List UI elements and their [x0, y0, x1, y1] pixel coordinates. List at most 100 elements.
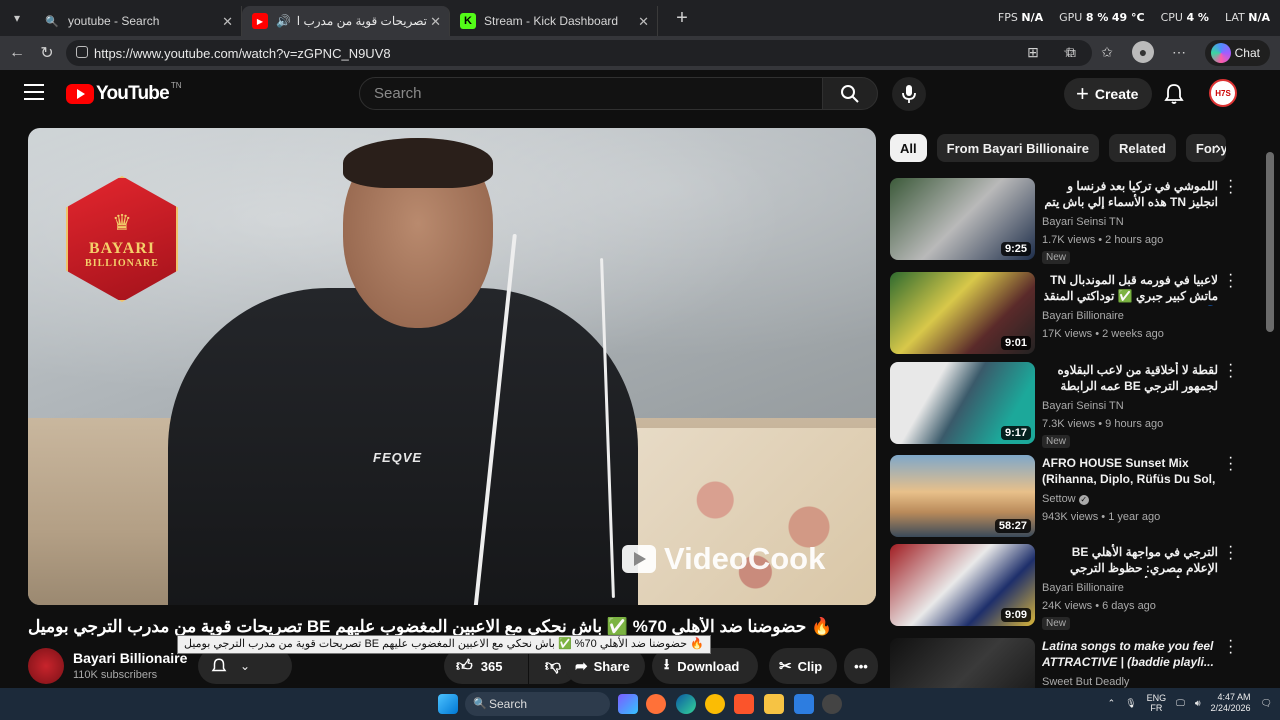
- list-item[interactable]: 9:17 لقطة لا أخلاقية من لاعب البقلاوه لج…: [890, 357, 1240, 448]
- chrome-icon[interactable]: [705, 694, 725, 714]
- app-install-icon[interactable]: ⊞: [1022, 41, 1044, 63]
- more-actions-button[interactable]: •••: [844, 648, 878, 684]
- lock-icon: [76, 46, 88, 58]
- search-button[interactable]: [822, 77, 878, 110]
- more-vertical-icon[interactable]: · · ·: [1228, 357, 1236, 385]
- browser-tab-bar: ▾ 🔍 youtube - Search ✕ ▶ 🔊 تصريحات قوية …: [0, 0, 1280, 36]
- tab-list-chevron-icon[interactable]: ▾: [0, 0, 34, 36]
- obs-icon[interactable]: [822, 694, 842, 714]
- video-player[interactable]: FEQVE ♛ BAYARI BILLIONARE VideoCook: [28, 128, 876, 605]
- language-indicator[interactable]: ENG FR: [1147, 693, 1167, 713]
- microphone-icon: [902, 85, 916, 103]
- channel-avatar[interactable]: [28, 648, 64, 684]
- title-tooltip: 🔥 حضوضنا ضد الأهلي 70% ✅ باش نحكي مع الا…: [177, 635, 711, 654]
- more-vertical-icon[interactable]: · · ·: [1228, 267, 1236, 295]
- youtube-icon: ▶: [252, 13, 268, 29]
- close-icon[interactable]: ✕: [638, 14, 649, 30]
- more-vertical-icon[interactable]: · · ·: [1228, 173, 1236, 201]
- more-options-icon[interactable]: ⋯: [1168, 41, 1190, 63]
- app-icon[interactable]: [794, 694, 814, 714]
- youtube-logo[interactable]: YouTube TN: [66, 81, 182, 105]
- page-scrollbar[interactable]: [1266, 152, 1274, 332]
- url-text: https://www.youtube.com/watch?v=zGPNC_N9…: [94, 45, 391, 61]
- list-item[interactable]: 9:01 لاعبيا في فورمه قبل الموندبال TN ما…: [890, 267, 1240, 356]
- list-item[interactable]: 58:27 AFRO HOUSE Sunset Mix (Rihanna, Di…: [890, 450, 1240, 539]
- share-icon: ➦: [575, 658, 588, 675]
- plus-icon: +: [1076, 81, 1089, 106]
- chevron-up-icon[interactable]: ⌃: [1108, 698, 1116, 709]
- crown-icon: ♛: [112, 209, 132, 235]
- windows-taskbar: 🔍 Search ⌃ 🎙︎ ENG FR 🖵 🔊︎ 4:47 AM 2/24/202…: [0, 688, 1280, 720]
- recommendations-sidebar: All From Bayari Billionaire Related For …: [890, 128, 1260, 688]
- copilot-app-icon[interactable]: [618, 694, 638, 714]
- extensions-icon[interactable]: ⧉: [1060, 41, 1082, 63]
- menu-icon[interactable]: [24, 84, 44, 102]
- close-icon[interactable]: ✕: [430, 14, 441, 30]
- firefox-icon[interactable]: [646, 694, 666, 714]
- edge-icon[interactable]: [676, 694, 696, 714]
- notifications-icon[interactable]: 🗨︎: [1261, 698, 1272, 709]
- url-field[interactable]: https://www.youtube.com/watch?v=zGPNC_N9…: [66, 40, 1092, 66]
- speaker-icon[interactable]: 🔊: [276, 14, 291, 28]
- file-explorer-icon[interactable]: [764, 694, 784, 714]
- videocook-watermark: VideoCook: [622, 541, 825, 577]
- new-tab-icon[interactable]: +: [668, 4, 696, 32]
- thumbs-down-icon: 👎︎: [544, 657, 562, 675]
- brave-icon[interactable]: [734, 694, 754, 714]
- tab-kick-dashboard[interactable]: K Stream - Kick Dashboard ✕: [450, 6, 658, 36]
- video-thumbnail[interactable]: 9:09: [890, 544, 1035, 626]
- search-icon: [841, 84, 859, 103]
- windows-start-icon[interactable]: [438, 694, 458, 714]
- back-arrow-icon[interactable]: ←: [2, 38, 32, 68]
- list-item[interactable]: 9:25 اللموشي في تركيا بعد فرنسا و انجليز…: [890, 173, 1240, 264]
- chip-related[interactable]: Related: [1108, 134, 1176, 162]
- channel-name[interactable]: Bayari Billionaire: [73, 650, 187, 666]
- video-thumbnail[interactable]: 9:17: [890, 362, 1035, 444]
- clock[interactable]: 4:47 AM 2/24/2026: [1211, 692, 1251, 714]
- list-item[interactable]: Latina songs to make you feel ATTRACTIVE…: [890, 633, 1240, 688]
- video-thumbnail[interactable]: [890, 638, 1035, 688]
- taskbar-search[interactable]: 🔍 Search: [465, 692, 610, 716]
- microphone-icon[interactable]: 🎙︎: [1125, 698, 1136, 709]
- video-thumbnail[interactable]: 58:27: [890, 455, 1035, 537]
- video-thumbnail[interactable]: 9:01: [890, 272, 1035, 354]
- tab-title: تصريحات قوية من مدرب الترجي: [296, 14, 427, 28]
- volume-icon[interactable]: 🔊︎: [1195, 698, 1201, 709]
- search-input[interactable]: Search: [359, 77, 823, 110]
- profile-icon[interactable]: ●: [1132, 41, 1154, 63]
- more-vertical-icon[interactable]: · · ·: [1228, 539, 1236, 567]
- video-speaker: FEQVE: [138, 138, 658, 605]
- chevron-down-icon: ⌄: [240, 659, 251, 673]
- tab-title: youtube - Search: [68, 14, 160, 28]
- network-icon[interactable]: 🖵: [1176, 698, 1185, 709]
- chip-from-channel[interactable]: From Bayari Billionaire: [936, 134, 1099, 162]
- copilot-chat-button[interactable]: Chat: [1204, 40, 1270, 66]
- subscriber-count: 110K subscribers: [73, 669, 158, 681]
- more-vertical-icon[interactable]: · · ·: [1228, 450, 1236, 478]
- close-icon[interactable]: ✕: [222, 14, 233, 30]
- collections-icon[interactable]: ✩: [1096, 41, 1118, 63]
- create-button[interactable]: + Create: [1064, 78, 1153, 110]
- tab-youtube-search[interactable]: 🔍 youtube - Search ✕: [34, 6, 242, 36]
- chevron-right-icon[interactable]: ›: [1206, 136, 1230, 160]
- chip-all[interactable]: All: [890, 134, 927, 162]
- account-avatar[interactable]: H7S: [1209, 79, 1237, 107]
- tab-youtube-video[interactable]: ▶ 🔊 تصريحات قوية من مدرب الترجي ✕: [242, 6, 450, 36]
- voice-search-button[interactable]: [892, 77, 926, 111]
- video-thumbnail[interactable]: 9:25: [890, 178, 1035, 260]
- refresh-icon[interactable]: ↻: [32, 38, 62, 68]
- list-item[interactable]: 9:09 الترجي في مواجهة الأهلي BE الإعلام …: [890, 539, 1240, 630]
- download-icon: ⭳: [664, 655, 670, 673]
- play-icon: [622, 545, 656, 573]
- search-icon: 🔍: [473, 698, 487, 710]
- scissors-icon: ✂: [779, 658, 792, 675]
- verified-icon: ✓: [1078, 495, 1089, 505]
- notifications-bell-icon[interactable]: [1162, 82, 1186, 106]
- youtube-header: YouTube TN Search + Create H7S: [0, 70, 1280, 116]
- more-vertical-icon[interactable]: · · ·: [1228, 633, 1236, 661]
- thumbs-up-icon: 👍︎: [456, 657, 473, 675]
- new-badge: New: [1042, 617, 1071, 630]
- filter-chips: All From Bayari Billionaire Related For …: [890, 134, 1226, 162]
- video-title: 🔥 حضوضنا ضد الأهلي 70% ✅ باش نحكي مع الا…: [28, 617, 833, 636]
- clip-button[interactable]: ✂ Clip: [769, 648, 837, 684]
